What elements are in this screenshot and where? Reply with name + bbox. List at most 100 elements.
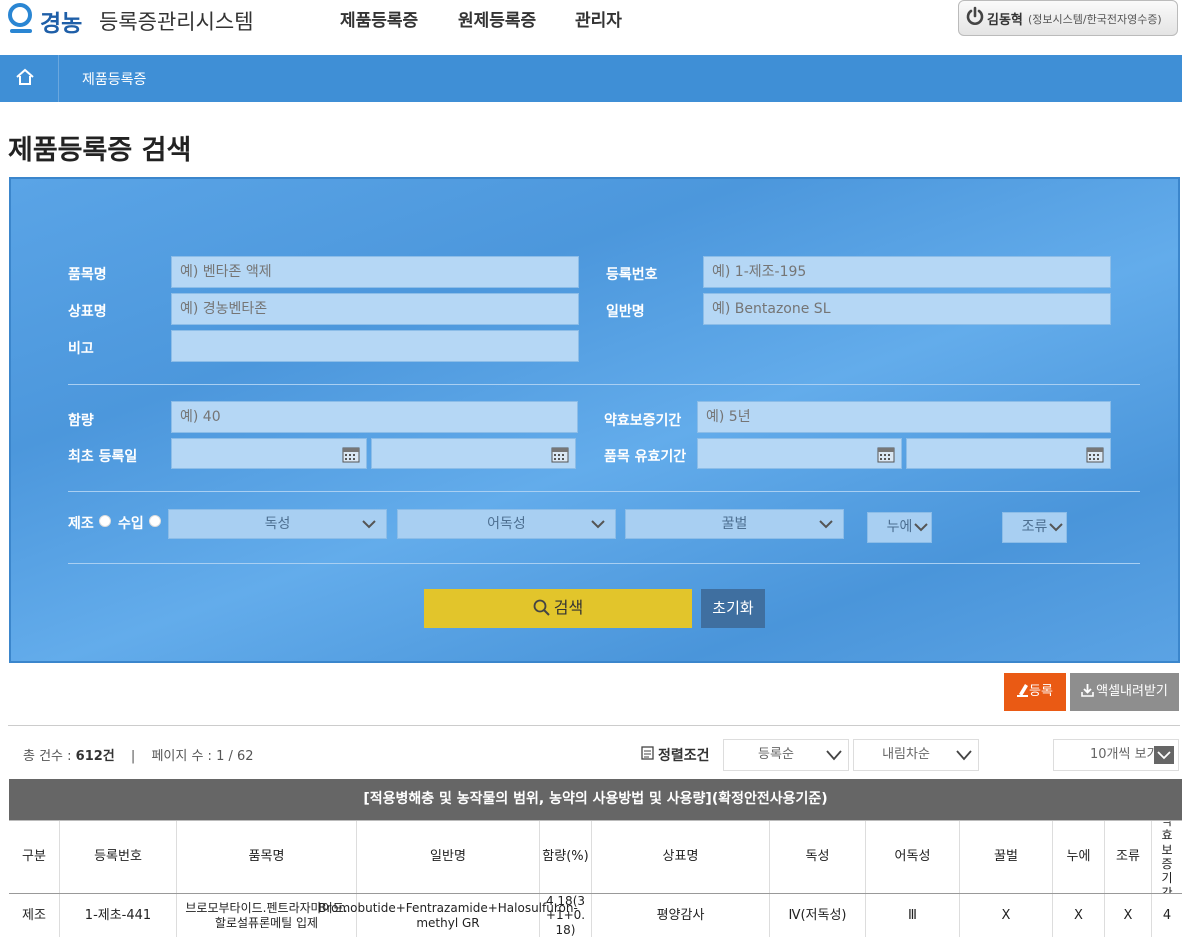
reg-no-label: 등록번호 bbox=[606, 267, 658, 283]
col-header: 함량(%) bbox=[540, 821, 592, 893]
bird-select[interactable]: 조류 bbox=[1002, 512, 1067, 543]
logo-underline bbox=[10, 29, 32, 33]
page-label: 페이지 수 : bbox=[151, 749, 217, 764]
col-header: 등록번호 bbox=[60, 821, 177, 893]
chevron-down-icon bbox=[362, 520, 376, 529]
page-size-select[interactable]: 10개씩 보기 bbox=[1053, 739, 1179, 771]
col-header: 독성 bbox=[770, 821, 866, 893]
table-cell: 4 bbox=[1162, 907, 1172, 923]
calendar-icon[interactable] bbox=[551, 445, 569, 463]
calendar-icon[interactable] bbox=[1086, 445, 1104, 463]
table-cell: X bbox=[960, 894, 1053, 937]
col-header-efficacy: 약효보증기간 bbox=[1161, 821, 1173, 893]
fish-toxicity-select[interactable]: 어독성 bbox=[397, 509, 616, 539]
table-cell: Ⅲ bbox=[866, 894, 960, 937]
generic-name-input[interactable] bbox=[703, 293, 1111, 325]
product-name-label: 품목명 bbox=[68, 267, 107, 283]
chevron-down-icon bbox=[591, 520, 605, 529]
system-title: 등록증관리시스템 bbox=[99, 10, 254, 34]
bee-select-value: 꿀벌 bbox=[721, 516, 748, 532]
list-count: 총 건수 : 612건 | 페이지 수 : 1 / 62 bbox=[23, 745, 254, 764]
excel-download-label: 액셀내려받기 bbox=[1096, 684, 1168, 699]
nav-admin[interactable]: 관리자 bbox=[575, 6, 622, 31]
col-header: 품목명 bbox=[177, 821, 357, 893]
excel-download-button[interactable]: 액셀내려받기 bbox=[1070, 673, 1179, 711]
toxicity-select-value: 독성 bbox=[264, 516, 291, 532]
sort-order-value: 내림차순 bbox=[882, 747, 930, 762]
sort-condition-label: 정렬조건 bbox=[658, 748, 710, 764]
silkworm-select[interactable]: 누에 bbox=[867, 512, 932, 543]
panel-divider bbox=[68, 384, 1140, 385]
page-count: 1 / 62 bbox=[216, 749, 254, 764]
search-button-label: 검색 bbox=[553, 598, 584, 617]
table-row[interactable]: 제조 1-제초-441 브로모부타이드.펜트라자마이드.할로설퓨론메틸 입제 B… bbox=[9, 894, 1182, 937]
sort-field-select[interactable]: 등록순 bbox=[723, 739, 849, 771]
nav-raw-cert[interactable]: 원제등록증 bbox=[458, 6, 536, 31]
efficacy-period-input[interactable] bbox=[697, 401, 1111, 433]
remark-input[interactable] bbox=[171, 330, 579, 362]
user-org: (정보시스템/한국전자영수증) bbox=[1028, 13, 1162, 26]
content-label: 함량 bbox=[68, 413, 94, 429]
fish-toxicity-select-value: 어독성 bbox=[487, 516, 526, 532]
product-name-input[interactable] bbox=[171, 256, 579, 288]
search-button[interactable]: 검색 bbox=[424, 589, 692, 628]
radio-import-label: 수입 bbox=[118, 516, 144, 532]
total-count: 612건 bbox=[75, 749, 115, 764]
col-header: 구분 bbox=[9, 821, 60, 893]
list-divider bbox=[8, 725, 1180, 726]
sort-field-value: 등록순 bbox=[758, 747, 794, 762]
table-cell: Bromobutide+Fentrazamide+Halosulfuron-me… bbox=[318, 894, 578, 937]
home-icon[interactable] bbox=[15, 68, 35, 86]
total-label: 총 건수 : bbox=[23, 749, 76, 764]
table-group-header: [적용병해충 및 농작물의 범위, 농약의 사용방법 및 사용량](확정안전사용… bbox=[9, 779, 1182, 820]
brand-name-input[interactable] bbox=[171, 293, 579, 325]
sort-order-select[interactable]: 내림차순 bbox=[853, 739, 979, 771]
col-header: 누에 bbox=[1053, 821, 1105, 893]
radio-manufacture[interactable] bbox=[99, 515, 111, 527]
chevron-down-icon bbox=[819, 520, 833, 529]
user-name: 김동혁 bbox=[987, 13, 1023, 28]
col-header: 상표명 bbox=[592, 821, 770, 893]
col-header: 어독성 bbox=[866, 821, 960, 893]
nav-product-cert[interactable]: 제품등록증 bbox=[340, 6, 418, 31]
validity-period-from[interactable] bbox=[697, 438, 902, 469]
calendar-icon[interactable] bbox=[342, 445, 360, 463]
reset-button[interactable]: 초기화 bbox=[701, 589, 765, 628]
download-icon bbox=[1081, 684, 1094, 697]
logo-text[interactable]: 경농 bbox=[40, 4, 82, 38]
silkworm-select-value: 누에 bbox=[886, 519, 913, 535]
generic-name-label: 일반명 bbox=[606, 304, 645, 320]
calendar-icon[interactable] bbox=[877, 445, 895, 463]
document-icon bbox=[641, 746, 654, 760]
power-icon[interactable] bbox=[966, 6, 984, 28]
col-header: 꿀벌 bbox=[960, 821, 1053, 893]
efficacy-period-label: 약효보증기간 bbox=[604, 413, 682, 429]
table-cell: 1-제초-441 bbox=[60, 894, 177, 937]
col-header: 조류 bbox=[1105, 821, 1152, 893]
col-header: 일반명 bbox=[357, 821, 540, 893]
table-cell: X bbox=[1105, 894, 1152, 937]
toxicity-select[interactable]: 독성 bbox=[168, 509, 387, 539]
reg-no-input[interactable] bbox=[703, 256, 1111, 288]
breadcrumb-bar bbox=[0, 55, 1182, 102]
remark-label: 비고 bbox=[68, 341, 94, 357]
page-title: 제품등록증 검색 bbox=[8, 135, 192, 166]
table-cell: 4.18(3+1+0.18) bbox=[540, 894, 592, 937]
chevron-down-icon bbox=[914, 523, 928, 532]
content-input[interactable] bbox=[171, 401, 578, 433]
first-reg-date-to[interactable] bbox=[371, 438, 576, 469]
radio-import[interactable] bbox=[149, 515, 161, 527]
table-cell: 평양감사 bbox=[592, 894, 770, 937]
bird-select-value: 조류 bbox=[1021, 519, 1048, 535]
first-reg-date-from[interactable] bbox=[171, 438, 367, 469]
radio-manufacture-label: 제조 bbox=[68, 516, 94, 532]
count-separator: | bbox=[130, 749, 136, 764]
bee-select[interactable]: 꿀벌 bbox=[625, 509, 844, 539]
register-button[interactable]: 등록 bbox=[1004, 673, 1066, 711]
page-size-dropdown-button[interactable] bbox=[1154, 746, 1174, 764]
breadcrumb-current: 제품등록증 bbox=[82, 72, 147, 88]
chevron-down-icon bbox=[956, 750, 972, 761]
validity-period-to[interactable] bbox=[906, 438, 1111, 469]
breadcrumb-divider bbox=[58, 55, 59, 102]
chevron-down-icon bbox=[1157, 751, 1171, 760]
